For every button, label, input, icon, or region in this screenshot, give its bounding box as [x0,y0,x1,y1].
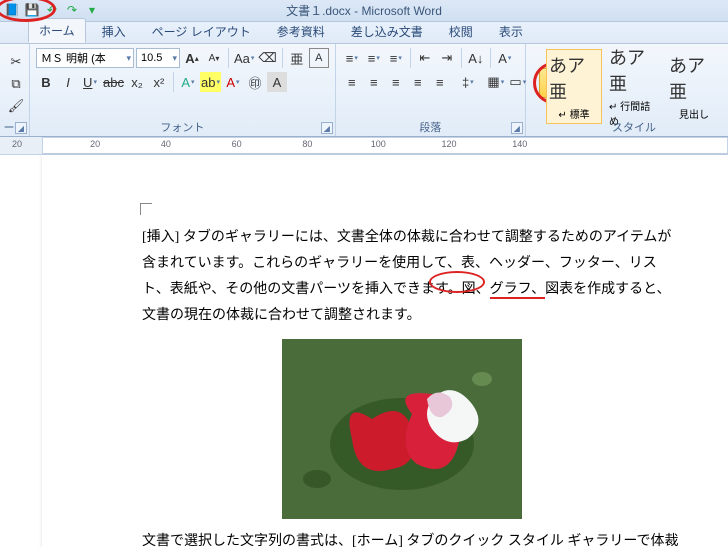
undo-icon[interactable]: ↶ [44,2,60,18]
clipboard-dialog-launcher[interactable]: ◢ [15,122,27,134]
cut-icon[interactable]: ✂ [6,52,26,72]
ruler-tick: 20 [77,139,112,149]
ruler-tick: 120 [431,139,466,149]
shading-button[interactable]: ▦▾ [486,72,506,92]
align-left-button[interactable]: ≡ [342,72,362,92]
increase-indent-button[interactable]: ⇥ [437,48,457,68]
document-page[interactable]: [挿入] タブのギャラリーには、文書全体の体裁に合わせて調整するためのアイテムが… [42,155,728,547]
horizontal-ruler[interactable]: 20 20 40 60 80 100 120 140 [0,137,728,155]
tab-insert[interactable]: 挿入 [92,20,136,43]
change-case-button[interactable]: Aa▾ [233,48,255,68]
tab-mailings[interactable]: 差し込み文書 [341,20,433,43]
style-normal[interactable]: あア亜 ↵ 標準 [546,49,602,124]
underline-button[interactable]: U▾ [80,72,100,92]
sort-button[interactable]: A↓ [466,48,486,68]
redo-icon[interactable]: ↷ [64,2,80,18]
italic-button[interactable]: I [58,72,78,92]
distribute-button[interactable]: ≡ [430,72,450,92]
text-effects-button[interactable]: A▾ [178,72,198,92]
body-paragraph[interactable]: 文書で選択した文字列の書式は、[ホーム] タブのクイック スタイル ギャラリーで… [142,529,682,547]
margin-corner-icon [140,203,152,215]
save-icon[interactable]: 💾 [24,2,40,18]
copy-icon[interactable]: ⧉ [6,74,26,94]
char-border-button[interactable]: A [309,48,329,68]
subscript-button[interactable]: x₂ [127,72,147,92]
shrink-font-button[interactable]: A▾ [204,48,224,68]
highlight-button[interactable]: ab▾ [200,72,221,92]
grow-font-button[interactable]: A▴ [182,48,202,68]
clear-format-button[interactable]: ⌫ [257,48,277,68]
word-app-icon: 📘 [4,2,20,18]
borders-button[interactable]: ▭▾ [508,72,528,92]
ruler-tick [254,139,289,149]
ruler-tick [325,139,360,149]
quick-access-toolbar: 📘 💾 ↶ ↷ ▾ [4,2,100,18]
tab-references[interactable]: 参考資料 [267,20,335,43]
char-shading-button[interactable]: A [267,72,287,92]
numbering-button[interactable]: ≡▾ [364,48,384,68]
multilevel-button[interactable]: ≡▾ [386,48,406,68]
qat-more-icon[interactable]: ▾ [84,2,100,18]
bold-button[interactable]: B [36,72,56,92]
paragraph-dialog-launcher[interactable]: ◢ [511,122,523,134]
style-heading[interactable]: あア亜 見出し [666,49,722,124]
ruby-button[interactable]: 亜 [287,48,307,68]
line-spacing-button[interactable]: ‡▾ [458,72,478,92]
ruler-tick: 60 [219,139,254,149]
align-text-button[interactable]: A▾ [495,48,515,68]
justify-button[interactable]: ≡ [408,72,428,92]
ruler-tick [113,139,148,149]
ribbon: ✂ ⧉ 🖌 ード ◢ ＭＳ 明朝 (本 10.5 A▴ A▾ Aa▾ ⌫ 亜 A… [0,44,728,137]
align-right-button[interactable]: ≡ [386,72,406,92]
superscript-button[interactable]: x² [149,72,169,92]
style-nospacing[interactable]: あア亜 ↵ 行間詰め [606,41,662,131]
body-paragraph[interactable]: [挿入] タブのギャラリーには、文書全体の体裁に合わせて調整するためのアイテムが… [142,225,682,329]
tab-review[interactable]: 校閲 [439,20,483,43]
strike-button[interactable]: abc [102,72,125,92]
group-label-font: フォント [30,119,335,135]
group-paragraph: ≡▾ ≡▾ ≡▾ ⇤ ⇥ A↓ A▾ ≡ ≡ ≡ ≡ ≡ ‡▾ ▦▾ [336,44,526,136]
font-color-button[interactable]: A▾ [223,72,243,92]
window-title: 文書１.docx - Microsoft Word [286,2,442,19]
group-spacer [526,44,540,136]
ruler-tick: 100 [361,139,396,149]
ruler-tick [42,139,77,149]
ruler-tick: 40 [148,139,183,149]
document-area: 20 20 40 60 80 100 120 140 [挿入] タブのギャラリー… [0,137,728,547]
font-family-combo[interactable]: ＭＳ 明朝 (本 [36,48,134,68]
tab-home[interactable]: ホーム [28,18,86,43]
align-center-button[interactable]: ≡ [364,72,384,92]
format-painter-icon[interactable]: 🖌 [6,96,26,116]
ruler-tick: 20 [12,139,22,149]
ruler-tick [467,139,502,149]
decrease-indent-button[interactable]: ⇤ [415,48,435,68]
ruler-tick [184,139,219,149]
group-clipboard: ✂ ⧉ 🖌 ード ◢ [0,44,30,136]
enclose-char-button[interactable]: ㊞ [245,72,265,92]
ruler-tick: 140 [502,139,537,149]
font-size-combo[interactable]: 10.5 [136,48,180,68]
font-dialog-launcher[interactable]: ◢ [321,122,333,134]
annotation-underline-graph: グラフ、 [490,282,545,299]
group-label-styles: スタイル [540,119,728,135]
title-bar: 📘 💾 ↶ ↷ ▾ 文書１.docx - Microsoft Word [0,0,728,22]
bullets-button[interactable]: ≡▾ [342,48,362,68]
group-styles: あア亜 ↵ 標準 あア亜 ↵ 行間詰め あア亜 見出し スタイル [540,44,728,136]
tab-pagelayout[interactable]: ページ レイアウト [142,20,261,43]
tab-view[interactable]: 表示 [489,20,533,43]
ruler-tick [396,139,431,149]
ruler-tick: 80 [290,139,325,149]
document-image-flower[interactable] [282,339,522,519]
group-label-paragraph: 段落 [336,119,525,135]
group-font: ＭＳ 明朝 (本 10.5 A▴ A▾ Aa▾ ⌫ 亜 A B I U▾ abc… [30,44,336,136]
